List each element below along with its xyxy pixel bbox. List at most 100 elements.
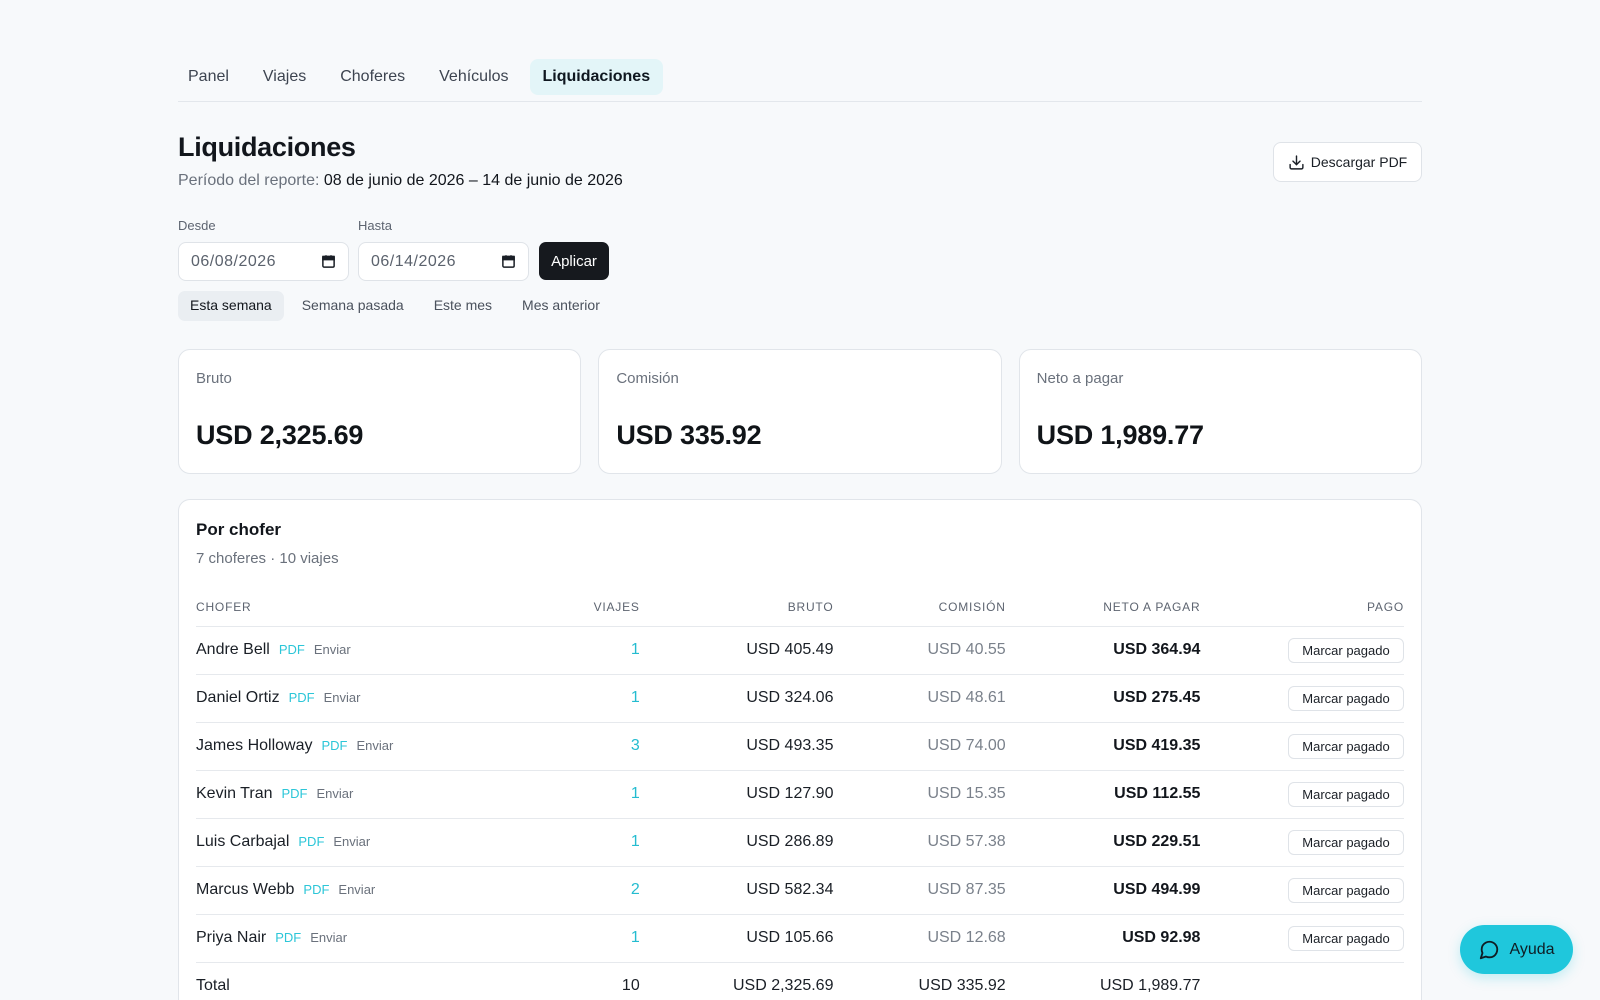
driver-cell: James Holloway PDF Enviar (196, 722, 523, 771)
from-label: Desde (178, 218, 216, 233)
driver-pdf-link[interactable]: PDF (298, 834, 324, 849)
driver-commission: USD 74.00 (833, 722, 1006, 771)
mark-paid-button[interactable]: Marcar pagado (1288, 637, 1404, 663)
gross-label: Bruto (196, 370, 232, 387)
total-payment-empty (1200, 961, 1404, 1000)
drivers-panel: Por chofer 7 choferes · 10 viajes Chofer… (178, 499, 1422, 1000)
tab-viajes[interactable]: Viajes (250, 59, 319, 95)
driver-trips[interactable]: 1 (522, 818, 640, 867)
from-date-input[interactable]: 06/08/2026 (178, 242, 349, 281)
drivers-title: Por chofer (196, 520, 282, 539)
mark-paid-button[interactable]: Marcar pagado (1288, 733, 1404, 759)
from-field: Desde 06/08/2026 (178, 218, 349, 281)
apply-button[interactable]: Aplicar (539, 242, 609, 280)
col-commission: Comisión (833, 589, 1006, 627)
page-title: Liquidaciones (178, 132, 356, 162)
table-row: Kevin Tran PDF Enviar 1 USD 127.90 USD 15.35 U… (196, 770, 1404, 819)
period-label: Período del reporte: (178, 172, 320, 189)
driver-trips[interactable]: 3 (522, 722, 640, 771)
to-date-value: 06/14/2026 (371, 252, 457, 270)
to-date-input[interactable]: 06/14/2026 (358, 242, 529, 281)
driver-pdf-link[interactable]: PDF (275, 930, 301, 945)
driver-trips[interactable]: 1 (522, 674, 640, 723)
driver-name: Priya Nair (196, 929, 267, 946)
driver-cell: Marcus Webb PDF Enviar (196, 866, 523, 915)
mark-paid-button[interactable]: Marcar pagado (1288, 781, 1404, 807)
driver-trips[interactable]: 1 (522, 626, 640, 675)
page-header: Liquidaciones Período del reporte: 08 de… (178, 102, 1422, 202)
driver-cell: Kevin Tran PDF Enviar (196, 770, 523, 819)
gross-value: USD 2,325.69 (196, 420, 364, 450)
driver-payment: Marcar pagado (1200, 626, 1404, 675)
download-pdf-button[interactable]: Descargar PDF (1273, 142, 1422, 182)
table-body: Andre Bell PDF Enviar 1 USD 405.49 USD 40.55 U… (196, 626, 1404, 963)
tab-panel[interactable]: Panel (175, 59, 242, 95)
driver-gross: USD 582.34 (639, 866, 834, 915)
driver-net: USD 419.35 (1005, 722, 1201, 771)
net-label: Neto a pagar (1036, 370, 1124, 387)
tab-vehiculos[interactable]: Vehículos (426, 59, 521, 95)
driver-net: USD 275.45 (1005, 674, 1201, 723)
driver-send-link[interactable]: Enviar (333, 834, 370, 849)
calendar-icon[interactable] (501, 254, 516, 269)
driver-payment: Marcar pagado (1200, 866, 1404, 915)
to-label: Hasta (358, 218, 392, 233)
driver-pdf-link[interactable]: PDF (279, 642, 305, 657)
driver-net: USD 92.98 (1005, 914, 1201, 963)
driver-cell: Daniel Ortiz PDF Enviar (196, 674, 523, 723)
driver-pdf-link[interactable]: PDF (321, 738, 347, 753)
driver-send-link[interactable]: Enviar (338, 882, 375, 897)
tab-liquidaciones[interactable]: Liquidaciones (529, 58, 664, 95)
col-trips: Viajes (522, 589, 640, 627)
total-trips: 10 (522, 961, 640, 1000)
driver-send-link[interactable]: Enviar (316, 786, 353, 801)
driver-pdf-link[interactable]: PDF (289, 690, 315, 705)
help-label: Ayuda (1509, 940, 1555, 958)
download-icon (1289, 154, 1304, 170)
report-period: Período del reporte: 08 de junio de 2026… (178, 172, 623, 190)
driver-send-link[interactable]: Enviar (314, 642, 351, 657)
driver-trips[interactable]: 2 (522, 866, 640, 915)
date-filters: Desde 06/08/2026 Hasta 06/14/2026 Aplica… (178, 218, 1422, 303)
driver-payment: Marcar pagado (1200, 818, 1404, 867)
table-row: Daniel Ortiz PDF Enviar 1 USD 324.06 USD 48.6… (196, 674, 1404, 723)
net-card: Neto a pagar USD 1,989.77 (1018, 349, 1422, 474)
mark-paid-button[interactable]: Marcar pagado (1288, 829, 1404, 855)
tab-choferes[interactable]: Choferes (327, 59, 418, 95)
table-row: James Holloway PDF Enviar 3 USD 493.35 USD 74… (196, 722, 1404, 771)
driver-send-link[interactable]: Enviar (356, 738, 393, 753)
total-row: Total 10 USD 2,325.69 USD 335.92 USD 1,9… (196, 961, 1404, 1000)
mark-paid-button[interactable]: Marcar pagado (1288, 925, 1404, 951)
driver-gross: USD 405.49 (639, 626, 834, 675)
driver-gross: USD 286.89 (639, 818, 834, 867)
commission-card: Comisión USD 335.92 (598, 349, 1002, 474)
driver-pdf-link[interactable]: PDF (303, 882, 329, 897)
drivers-table: Chofer Viajes Bruto Comisión Neto a paga… (196, 589, 1404, 1000)
total-gross: USD 2,325.69 (639, 961, 834, 1000)
commission-label: Comisión (616, 370, 679, 387)
driver-payment: Marcar pagado (1200, 770, 1404, 819)
page-container: Panel Viajes Choferes Vehículos Liquidac… (178, 0, 1422, 1000)
driver-commission: USD 48.61 (833, 674, 1006, 723)
help-button[interactable]: Ayuda (1460, 925, 1573, 974)
driver-gross: USD 493.35 (639, 722, 834, 771)
driver-commission: USD 12.68 (833, 914, 1006, 963)
total-net: USD 1,989.77 (1005, 961, 1201, 1000)
calendar-icon[interactable] (321, 254, 336, 269)
mark-paid-button[interactable]: Marcar pagado (1288, 685, 1404, 711)
commission-value: USD 335.92 (616, 420, 762, 450)
driver-pdf-link[interactable]: PDF (281, 786, 307, 801)
table-header-row: Chofer Viajes Bruto Comisión Neto a paga… (196, 589, 1404, 627)
driver-trips[interactable]: 1 (522, 914, 640, 963)
from-date-value: 06/08/2026 (191, 252, 277, 270)
driver-cell: Andre Bell PDF Enviar (196, 626, 523, 675)
driver-net: USD 229.51 (1005, 818, 1201, 867)
driver-send-link[interactable]: Enviar (324, 690, 361, 705)
driver-trips[interactable]: 1 (522, 770, 640, 819)
table-row: Marcus Webb PDF Enviar 2 USD 582.34 USD 87.35… (196, 866, 1404, 915)
mark-paid-button[interactable]: Marcar pagado (1288, 877, 1404, 903)
period-value: 08 de junio de 2026 – 14 de junio de 202… (323, 172, 623, 189)
driver-payment: Marcar pagado (1200, 722, 1404, 771)
driver-send-link[interactable]: Enviar (310, 930, 347, 945)
top-nav: Panel Viajes Choferes Vehículos Liquidac… (178, 0, 1422, 102)
